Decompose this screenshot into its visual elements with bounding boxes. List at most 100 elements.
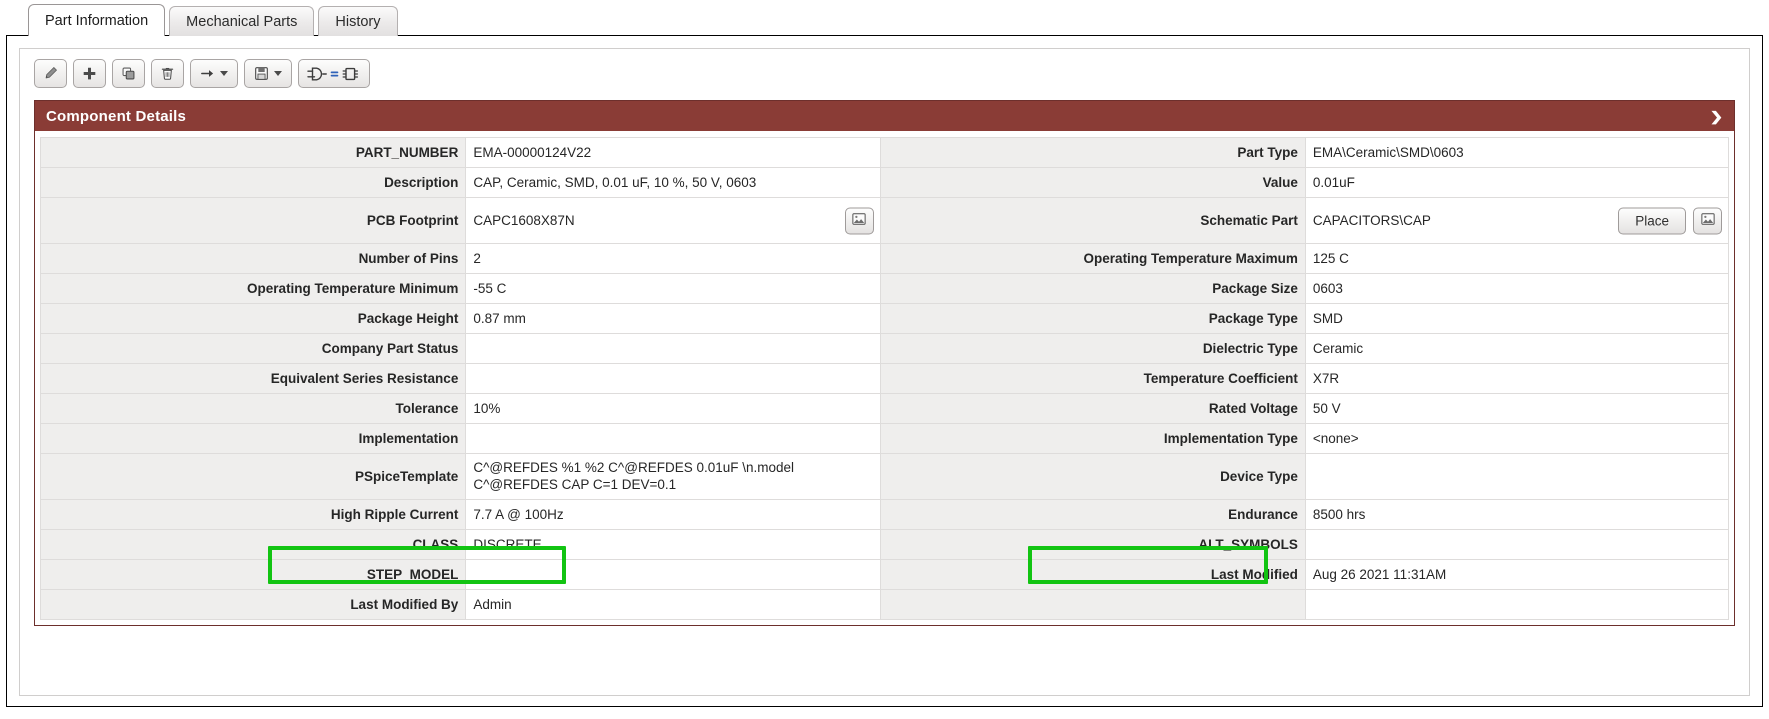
copy-button[interactable] <box>112 59 145 88</box>
property-value[interactable]: 10% <box>465 393 881 424</box>
move-to-button[interactable] <box>190 59 238 88</box>
table-row: Number of Pins 2 Operating Temperature M… <box>39 243 1730 274</box>
property-label: Last Modified <box>879 559 1306 590</box>
picture-icon <box>852 213 866 229</box>
property-value[interactable]: DISCRETE <box>465 529 881 560</box>
property-label: Package Size <box>879 273 1306 304</box>
property-value[interactable]: Ceramic <box>1304 333 1730 364</box>
tab-history[interactable]: History <box>318 6 398 36</box>
property-label: Dielectric Type <box>879 333 1306 364</box>
component-properties-table: PART_NUMBER EMA-00000124V22 Part Type EM… <box>39 137 1730 620</box>
table-row: STEP_MODEL Last Modified Aug 26 2021 11:… <box>39 559 1730 590</box>
property-value-high-ripple-current[interactable]: 7.7 A @ 100Hz <box>465 499 881 530</box>
property-value[interactable]: 50 V <box>1304 393 1730 424</box>
property-label: Equivalent Series Resistance <box>39 363 467 394</box>
tab-mechanical-parts[interactable]: Mechanical Parts <box>169 6 315 36</box>
property-value[interactable] <box>1304 589 1730 620</box>
plus-icon <box>82 66 97 81</box>
table-row: PART_NUMBER EMA-00000124V22 Part Type EM… <box>39 137 1730 168</box>
property-value-endurance[interactable]: 8500 hrs <box>1304 499 1730 530</box>
tab-strip: Part Information Mechanical Parts Histor… <box>6 0 1763 36</box>
property-value[interactable] <box>1304 453 1730 500</box>
property-value[interactable]: EMA\Ceramic\SMD\0603 <box>1304 137 1730 168</box>
table-row: CLASS DISCRETE ALT_SYMBOLS <box>39 529 1730 560</box>
place-button[interactable]: Place <box>1618 207 1686 234</box>
property-value[interactable]: 0.87 mm <box>465 303 881 334</box>
table-row: Last Modified By Admin <box>39 589 1730 620</box>
component-details-body: PART_NUMBER EMA-00000124V22 Part Type EM… <box>35 131 1734 625</box>
property-label: Tolerance <box>39 393 467 424</box>
property-value[interactable] <box>465 423 881 454</box>
property-value[interactable]: 125 C <box>1304 243 1730 274</box>
property-value[interactable]: C^@REFDES %1 %2 C^@REFDES 0.01uF \n.mode… <box>465 453 881 500</box>
component-details-header[interactable]: Component Details ❯ <box>35 101 1734 131</box>
property-label: Schematic Part <box>879 197 1306 244</box>
property-value: CAPC1608X87N <box>473 213 575 228</box>
property-value[interactable]: X7R <box>1304 363 1730 394</box>
toolbar <box>20 49 1749 98</box>
symbol-mapping-button[interactable] <box>298 59 370 88</box>
table-row: Company Part Status Dielectric Type Cera… <box>39 333 1730 364</box>
property-label: Part Type <box>879 137 1306 168</box>
add-button[interactable] <box>73 59 106 88</box>
property-label: PCB Footprint <box>39 197 467 244</box>
save-button[interactable] <box>244 59 292 88</box>
tab-label: Part Information <box>45 12 149 29</box>
delete-button[interactable] <box>151 59 184 88</box>
property-value[interactable] <box>465 559 881 590</box>
copy-icon <box>121 66 136 81</box>
property-value[interactable]: CAP, Ceramic, SMD, 0.01 uF, 10 %, 50 V, … <box>465 167 881 198</box>
card-title: Component Details <box>46 107 187 125</box>
property-value[interactable] <box>465 363 881 394</box>
property-label: Description <box>39 167 467 198</box>
property-label-high-ripple-current: High Ripple Current <box>39 499 467 530</box>
pcb-footprint-value-cell[interactable]: CAPC1608X87N <box>465 197 881 244</box>
property-value[interactable]: EMA-00000124V22 <box>465 137 881 168</box>
panel-inner: Component Details ❯ PART_NUMBER EMA-0000… <box>19 48 1750 696</box>
table-row: High Ripple Current 7.7 A @ 100Hz Endura… <box>39 499 1730 530</box>
pencil-icon <box>43 66 58 81</box>
gate-equals-chip-icon <box>306 66 362 82</box>
property-value[interactable]: Aug 26 2021 11:31AM <box>1304 559 1730 590</box>
chevron-down-icon <box>274 71 282 76</box>
table-row: PSpiceTemplate C^@REFDES %1 %2 C^@REFDES… <box>39 453 1730 500</box>
footprint-view-button[interactable] <box>844 207 874 234</box>
save-icon <box>254 66 269 81</box>
component-details-card: Component Details ❯ PART_NUMBER EMA-0000… <box>34 100 1735 626</box>
table-row: Tolerance 10% Rated Voltage 50 V <box>39 393 1730 424</box>
tab-label: Mechanical Parts <box>186 13 298 30</box>
property-value[interactable]: 0603 <box>1304 273 1730 304</box>
property-value[interactable]: 2 <box>465 243 881 274</box>
trash-icon <box>160 66 175 81</box>
property-value[interactable]: SMD <box>1304 303 1730 334</box>
chevron-down-icon <box>220 71 228 76</box>
property-label: CLASS <box>39 529 467 560</box>
property-value[interactable] <box>465 333 881 364</box>
property-value[interactable]: 0.01uF <box>1304 167 1730 198</box>
property-value[interactable]: -55 C <box>465 273 881 304</box>
edit-button[interactable] <box>34 59 67 88</box>
property-label: Operating Temperature Maximum <box>879 243 1306 274</box>
property-label <box>879 589 1306 620</box>
property-value: CAPACITORS\CAP <box>1312 213 1431 228</box>
pcb-footprint-actions <box>844 207 874 234</box>
schematic-part-actions: Place <box>1618 207 1722 234</box>
property-label: Operating Temperature Minimum <box>39 273 467 304</box>
property-label: Package Type <box>879 303 1306 334</box>
chevron-down-icon[interactable]: ❯ <box>1710 110 1724 123</box>
property-label: ALT_SYMBOLS <box>879 529 1306 560</box>
property-label: Implementation Type <box>879 423 1306 454</box>
table-row: Implementation Implementation Type <none… <box>39 423 1730 454</box>
tab-part-information[interactable]: Part Information <box>28 4 166 36</box>
schematic-part-value-cell[interactable]: CAPACITORS\CAP Place <box>1304 197 1730 244</box>
property-label-endurance: Endurance <box>879 499 1306 530</box>
symbol-view-button[interactable] <box>1693 207 1722 234</box>
property-label: Temperature Coefficient <box>879 363 1306 394</box>
property-label: STEP_MODEL <box>39 559 467 590</box>
property-label: Company Part Status <box>39 333 467 364</box>
property-value[interactable]: <none> <box>1304 423 1730 454</box>
property-label: Number of Pins <box>39 243 467 274</box>
property-value[interactable] <box>1304 529 1730 560</box>
property-value[interactable]: Admin <box>465 589 881 620</box>
table-row: Operating Temperature Minimum -55 C Pack… <box>39 273 1730 304</box>
